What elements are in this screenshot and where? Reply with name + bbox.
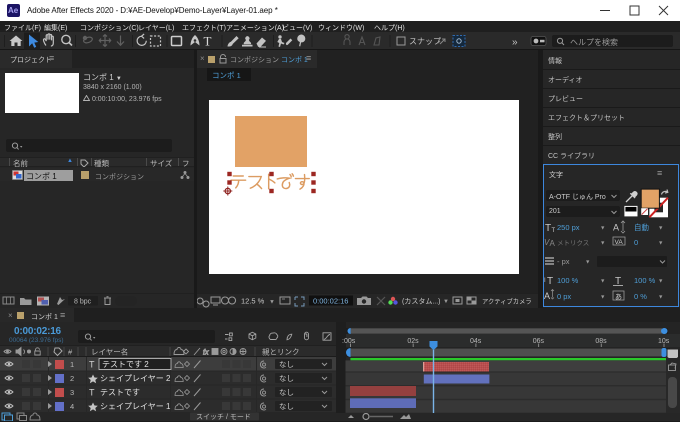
svg-text:A: A: [550, 239, 556, 248]
svg-text:▼: ▼: [658, 241, 663, 247]
svg-text:T: T: [89, 388, 95, 398]
svg-text:»: »: [512, 37, 518, 48]
svg-text:▼: ▼: [600, 279, 605, 285]
svg-text:#: #: [68, 348, 73, 357]
svg-text:親とリンク: 親とリンク: [262, 347, 300, 357]
svg-text:T: T: [545, 223, 551, 234]
svg-text:なし: なし: [279, 388, 294, 397]
svg-text:▼: ▼: [600, 241, 605, 247]
svg-text:なし: なし: [279, 402, 294, 411]
svg-text:T: T: [552, 228, 556, 234]
svg-text:T: T: [204, 34, 212, 49]
svg-text:なし: なし: [279, 374, 294, 383]
svg-text:▼: ▼: [600, 295, 605, 301]
svg-text:0 %: 0 %: [634, 292, 647, 301]
svg-text:T: T: [547, 276, 553, 287]
svg-text:スナップ: スナップ: [409, 37, 441, 46]
svg-text::00s: :00s: [342, 338, 356, 345]
svg-text:250 px: 250 px: [557, 223, 580, 232]
svg-text:A: A: [544, 291, 550, 301]
svg-text:0 px: 0 px: [557, 292, 571, 301]
svg-text:I: I: [544, 278, 546, 284]
svg-text:シェイプレイヤー 1: シェイプレイヤー 1: [100, 402, 171, 411]
svg-text:▼: ▼: [600, 226, 605, 232]
svg-text:T: T: [89, 360, 95, 370]
svg-text:fx: fx: [203, 350, 209, 357]
svg-text:▼: ▼: [658, 226, 663, 232]
svg-text:3: 3: [70, 388, 74, 397]
svg-text:1: 1: [70, 360, 74, 369]
svg-text:100 %: 100 %: [634, 276, 656, 285]
svg-text:100 %: 100 %: [557, 276, 579, 285]
svg-text:2: 2: [70, 374, 74, 383]
svg-text:VA: VA: [615, 239, 624, 246]
svg-text:メトリクス: メトリクス: [557, 239, 589, 247]
svg-text:シェイプレイヤー 2: シェイプレイヤー 2: [100, 374, 171, 383]
svg-text:テストです 2: テストです 2: [102, 360, 149, 369]
svg-text:0:00:02:16: 0:00:02:16: [313, 297, 348, 306]
svg-text:8 bpc: 8 bpc: [74, 299, 92, 306]
svg-text:▼: ▼: [269, 300, 275, 306]
svg-text:▼: ▼: [443, 299, 449, 305]
svg-text:(カスタム...): (カスタム...): [402, 297, 441, 306]
svg-text:▼: ▼: [658, 295, 663, 301]
svg-text:A: A: [613, 223, 619, 233]
svg-text:あ: あ: [615, 293, 622, 301]
svg-text:▼: ▼: [585, 260, 590, 266]
svg-text:4: 4: [70, 402, 74, 411]
svg-text:なし: なし: [279, 360, 294, 369]
svg-text:- px: - px: [557, 257, 570, 266]
svg-text:レイヤー名: レイヤー名: [91, 347, 128, 357]
svg-text:0: 0: [634, 238, 638, 247]
svg-text:自動: 自動: [634, 222, 649, 232]
svg-text:12.5 %: 12.5 %: [241, 297, 265, 306]
svg-text:▼: ▼: [658, 279, 663, 285]
svg-text:アクティブカメラ: アクティブカメラ: [482, 297, 532, 306]
svg-text:テストです: テストです: [100, 388, 140, 397]
